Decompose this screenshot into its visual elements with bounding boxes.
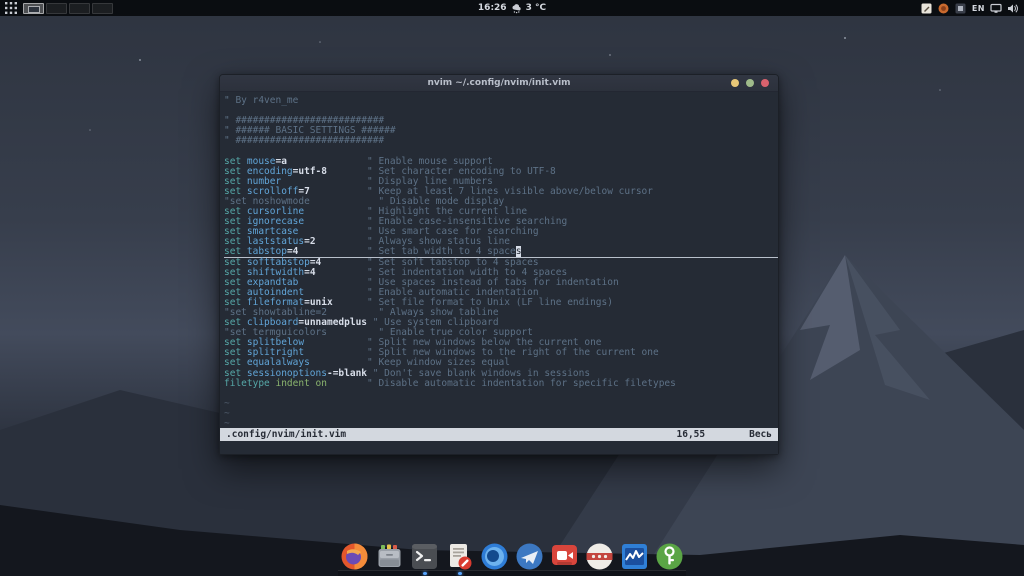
dock-firefox-icon[interactable] [340,542,369,571]
buffer-line: ~ [224,399,778,409]
display-tray-icon[interactable] [990,2,1002,14]
network-tray-icon[interactable] [938,2,950,14]
app-tray-icon[interactable] [955,2,967,14]
workspace-3[interactable] [69,3,90,14]
clock[interactable]: 16:26 [478,3,507,13]
top-panel: 16:26 3 °C EN [0,0,1024,16]
notes-tray-icon[interactable] [921,2,933,14]
dock-text-editor-icon[interactable] [445,542,474,571]
dock [0,536,1024,576]
dock-terminal-icon[interactable] [410,542,439,571]
window-titlebar[interactable]: nvim ~/.config/nvim/init.vim [220,75,778,92]
workspace-2[interactable] [46,3,67,14]
system-tray: EN [921,2,1024,14]
dock-system-monitor-icon[interactable] [620,542,649,571]
keyboard-layout-indicator[interactable]: EN [972,4,985,13]
apps-grid-icon[interactable] [5,2,17,14]
window-title: nvim ~/.config/nvim/init.vim [220,78,778,88]
buffer-line: filetype indent on " Disable automatic i… [224,379,778,389]
dock-media-app-icon[interactable] [585,542,614,571]
buffer-line: ~ [224,409,778,419]
statusline-cursor-position: 16,55 [677,429,706,440]
dock-messenger-icon[interactable] [515,542,544,571]
maximize-button[interactable] [746,79,754,87]
workspace-1[interactable] [23,3,44,14]
minimize-button[interactable] [731,79,739,87]
weather-icon [511,3,522,14]
vim-statusline: .config/nvim/init.vim 16,55 Весь [220,428,778,441]
dock-keepassxc-icon[interactable] [655,542,684,571]
close-button[interactable] [761,79,769,87]
statusline-scroll-indicator: Весь [749,429,772,440]
dock-browser-icon[interactable] [480,542,509,571]
buffer-line [224,389,778,399]
volume-tray-icon[interactable] [1007,2,1019,14]
buffer-line: " ########################## [224,136,778,146]
terminal-buffer[interactable]: " By r4ven_me " ########################… [220,92,778,428]
buffer-line: ~ [224,419,778,428]
desktop: 16:26 3 °C EN [0,0,1024,576]
terminal-window: nvim ~/.config/nvim/init.vim " By r4ven_… [219,74,779,455]
dock-file-manager-icon[interactable] [375,542,404,571]
vim-command-line [220,441,778,454]
workspace-switcher [23,3,113,14]
temperature[interactable]: 3 °C [526,3,547,13]
statusline-filename: .config/nvim/init.vim [226,429,346,440]
buffer-line: " By r4ven_me [224,96,778,106]
workspace-4[interactable] [92,3,113,14]
dock-screen-recorder-icon[interactable] [550,542,579,571]
